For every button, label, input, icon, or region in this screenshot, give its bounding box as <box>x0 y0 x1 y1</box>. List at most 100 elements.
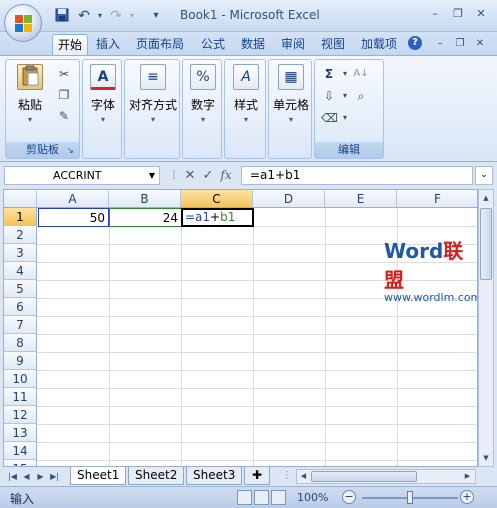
tab-view[interactable]: 视图 <box>316 34 350 55</box>
ribbon-restore-icon[interactable]: ❐ <box>452 36 468 52</box>
column-header-a[interactable]: A <box>37 190 109 208</box>
cell-b1[interactable]: 24 <box>109 208 182 227</box>
row-header-13[interactable]: 13 <box>4 424 37 442</box>
office-button[interactable] <box>4 4 42 42</box>
name-box[interactable]: ACCRINT ▼ <box>4 166 160 185</box>
gridline <box>109 208 110 466</box>
row-header-2[interactable]: 2 <box>4 226 37 244</box>
number-label: 数字 <box>190 98 215 112</box>
worksheet-grid[interactable]: A B C D E F 1 2 3 4 5 6 7 8 9 10 11 12 1… <box>3 189 478 467</box>
prev-sheet-icon[interactable]: ◀ <box>20 469 33 484</box>
sort-filter-icon[interactable]: A↓ <box>353 66 369 82</box>
restore-button[interactable]: ❐ <box>449 6 467 22</box>
enter-icon[interactable]: ✓ <box>200 167 216 184</box>
tab-split-handle-icon[interactable]: ⋮ <box>282 470 292 483</box>
sheet-tab-1[interactable]: Sheet1 <box>70 467 127 485</box>
cell-a1[interactable]: 50 <box>38 208 109 227</box>
first-sheet-icon[interactable]: |◀ <box>6 469 19 484</box>
ribbon-minimize-icon[interactable]: – <box>432 36 448 52</box>
last-sheet-icon[interactable]: ▶| <box>48 469 61 484</box>
redo-icon[interactable]: ↷ <box>108 8 124 24</box>
row-header-9[interactable]: 9 <box>4 352 37 370</box>
number-group[interactable]: % 数字 ▾ <box>182 59 222 159</box>
scroll-right-icon[interactable]: ▶ <box>461 470 474 483</box>
tab-data[interactable]: 数据 <box>236 34 270 55</box>
column-header-b[interactable]: B <box>109 190 181 208</box>
paste-dropdown-icon[interactable]: ▾ <box>10 115 50 124</box>
page-break-view-icon[interactable] <box>271 490 286 505</box>
scroll-down-icon[interactable]: ▼ <box>479 450 493 466</box>
clear-dropdown-icon[interactable]: ▾ <box>337 110 353 126</box>
column-header-e[interactable]: E <box>325 190 397 208</box>
zoom-out-icon[interactable]: − <box>342 490 356 504</box>
zoom-level[interactable]: 100% <box>297 491 328 504</box>
row-header-1[interactable]: 1 <box>4 208 37 226</box>
clear-icon[interactable]: ⌫ <box>321 110 338 126</box>
tab-addins[interactable]: 加载项 <box>356 34 402 55</box>
styles-group[interactable]: A 样式 ▾ <box>224 59 266 159</box>
clipboard-launcher-icon[interactable]: ↘ <box>67 146 77 156</box>
paste-button[interactable]: 粘贴 ▾ <box>10 64 50 124</box>
row-header-15[interactable]: 15 <box>4 460 37 466</box>
row-header-5[interactable]: 5 <box>4 280 37 298</box>
format-painter-icon[interactable]: ✎ <box>56 108 72 124</box>
cut-icon[interactable]: ✂ <box>56 66 72 82</box>
formula-input[interactable]: =a1+b1 <box>241 166 473 185</box>
column-header-d[interactable]: D <box>253 190 325 208</box>
zoom-slider-thumb[interactable] <box>407 491 413 504</box>
column-header-c[interactable]: C <box>181 190 253 208</box>
customize-toolbar-icon[interactable]: ▾ <box>148 8 164 24</box>
select-all-corner[interactable] <box>4 190 37 208</box>
column-header-f[interactable]: F <box>397 190 477 208</box>
font-group[interactable]: A 字体 ▾ <box>82 59 122 159</box>
save-icon[interactable] <box>54 8 70 24</box>
row-header-11[interactable]: 11 <box>4 388 37 406</box>
row-header-3[interactable]: 3 <box>4 244 37 262</box>
copy-icon[interactable]: ❐ <box>56 87 72 103</box>
undo-dropdown-icon[interactable]: ▾ <box>92 8 108 24</box>
fill-icon[interactable]: ⇩ <box>321 88 337 104</box>
sheet-tab-3[interactable]: Sheet3 <box>186 467 243 485</box>
help-icon[interactable]: ? <box>408 36 422 50</box>
insert-function-icon[interactable]: fx <box>218 167 234 184</box>
alignment-group[interactable]: ≡ 对齐方式 ▾ <box>124 59 180 159</box>
row-header-7[interactable]: 7 <box>4 316 37 334</box>
minimize-button[interactable]: – <box>426 6 444 22</box>
row-header-10[interactable]: 10 <box>4 370 37 388</box>
insert-sheet-icon[interactable]: ✚ <box>244 467 270 485</box>
cells-group[interactable]: ▦ 单元格 ▾ <box>268 59 312 159</box>
tab-formulas[interactable]: 公式 <box>196 34 230 55</box>
ribbon-close-icon[interactable]: ✕ <box>472 36 488 52</box>
row-header-4[interactable]: 4 <box>4 262 37 280</box>
page-layout-view-icon[interactable] <box>254 490 269 505</box>
undo-icon[interactable]: ↶ <box>76 8 92 24</box>
find-select-icon[interactable]: ⌕ <box>353 88 369 104</box>
row-header-6[interactable]: 6 <box>4 298 37 316</box>
redo-dropdown-icon[interactable]: ▾ <box>124 8 140 24</box>
close-button[interactable]: ✕ <box>472 6 490 22</box>
fill-dropdown-icon[interactable]: ▾ <box>337 88 353 104</box>
vertical-scrollbar[interactable]: ▲ ▼ <box>478 189 494 467</box>
expand-formula-bar-icon[interactable]: ⌄ <box>475 166 493 185</box>
autosum-dropdown-icon[interactable]: ▾ <box>337 66 353 82</box>
zoom-in-icon[interactable]: + <box>460 490 474 504</box>
row-header-14[interactable]: 14 <box>4 442 37 460</box>
scroll-thumb[interactable] <box>480 208 492 280</box>
cell-c1[interactable]: =a1+b1 <box>181 208 254 227</box>
normal-view-icon[interactable] <box>237 490 252 505</box>
tab-home[interactable]: 开始 <box>52 34 89 55</box>
tab-review[interactable]: 审阅 <box>276 34 310 55</box>
autosum-icon[interactable]: Σ <box>321 66 337 82</box>
name-box-dropdown-icon[interactable]: ▼ <box>149 167 155 184</box>
sheet-tab-2[interactable]: Sheet2 <box>128 467 185 485</box>
scroll-left-icon[interactable]: ◀ <box>297 470 310 483</box>
horizontal-scrollbar[interactable]: ◀ ▶ <box>296 469 476 484</box>
row-header-12[interactable]: 12 <box>4 406 37 424</box>
next-sheet-icon[interactable]: ▶ <box>34 469 47 484</box>
hscroll-thumb[interactable] <box>311 471 417 482</box>
tab-page-layout[interactable]: 页面布局 <box>131 34 189 55</box>
cancel-icon[interactable]: ✕ <box>182 167 198 184</box>
tab-insert[interactable]: 插入 <box>91 34 125 55</box>
scroll-up-icon[interactable]: ▲ <box>479 190 493 206</box>
row-header-8[interactable]: 8 <box>4 334 37 352</box>
